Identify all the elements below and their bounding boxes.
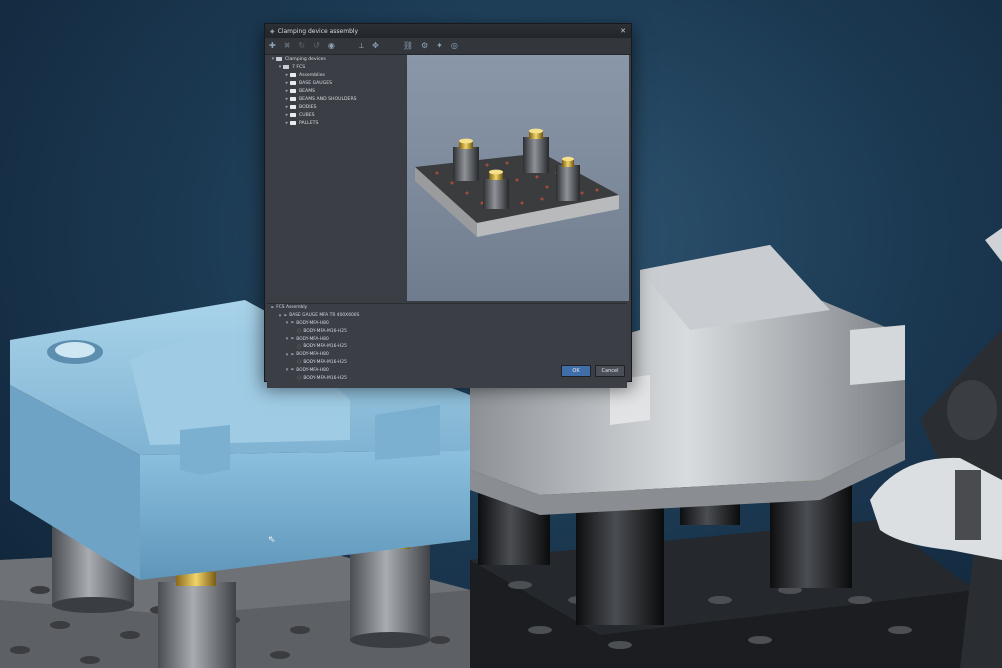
- assembly-root[interactable]: ⚭ FCS Assembly: [267, 304, 627, 312]
- folder-icon: [290, 73, 296, 77]
- mouse-cursor-icon: ⇖: [268, 535, 276, 545]
- folder-icon: [276, 57, 282, 61]
- view-icon[interactable]: ◉: [328, 41, 335, 51]
- delete-icon[interactable]: ✖: [284, 41, 291, 51]
- wand-icon[interactable]: ✦: [436, 41, 443, 51]
- tree-item-label: CUBES: [299, 112, 315, 118]
- assembly-item[interactable]: ▾ ⚭ BASE GAUGE MFA TR 400X600S: [267, 312, 627, 320]
- eye-icon[interactable]: ◎: [451, 41, 458, 51]
- tree-item-label: BASE GAUGES: [299, 80, 333, 86]
- folder-icon: [290, 105, 296, 109]
- tree-item[interactable]: ▸ Assemblies: [267, 71, 405, 79]
- assembly-item[interactable]: ◌ BODY-MFA-M16-H25: [267, 327, 627, 335]
- 3d-preview[interactable]: [407, 55, 629, 301]
- assembly-icon: ⚭: [270, 304, 275, 311]
- assembly-item[interactable]: ◌ BODY-MFA-M16-H25: [267, 343, 627, 351]
- link-icon[interactable]: ⛓: [403, 41, 413, 51]
- part-icon: ◌: [297, 375, 302, 382]
- tree-item-label: BEAMS AND SHOULDERS: [299, 96, 357, 102]
- pin-icon[interactable]: ⟂: [359, 41, 364, 51]
- cancel-button[interactable]: Cancel: [595, 365, 625, 377]
- assembly-icon: ⚭: [290, 320, 295, 327]
- assembly-icon: ⚭: [283, 312, 288, 319]
- tree-item-label: BEAMS: [299, 88, 316, 94]
- folder-icon: [290, 81, 296, 85]
- tree-item[interactable]: ▸ PALLETS: [267, 119, 405, 127]
- dialog-titlebar[interactable]: ◈ Clamping device assembly ✕: [265, 24, 631, 38]
- assembly-item[interactable]: ▾ ⚭ BODY-MFA-H80: [267, 351, 627, 359]
- assembly-item-label: BODY-MFA-M16-H25: [303, 328, 347, 334]
- folder-icon: [290, 89, 296, 93]
- assembly-item-label: BODY-MFA-H80: [296, 336, 329, 342]
- tree-item[interactable]: ▸ CUBES: [267, 111, 405, 119]
- assembly-item-label: BODY-MFA-H80: [296, 367, 329, 373]
- ok-button[interactable]: OK: [561, 365, 591, 377]
- dialog-toolbar: ✚ ✖ ↻ ↺ ◉ ⟂ ✥ ⛓ ⚙ ✦ ◎: [265, 38, 631, 55]
- folder-icon: [283, 65, 289, 69]
- assembly-item-label: BODY-MFA-M16-H25: [303, 359, 347, 365]
- assembly-icon: ⚭: [290, 367, 295, 374]
- tree-item[interactable]: ▸ BODIES: [267, 103, 405, 111]
- rotate-icon[interactable]: ↻: [298, 41, 305, 51]
- part-icon: ◌: [297, 343, 302, 350]
- tree-item-label: PALLETS: [299, 120, 319, 126]
- assembly-item-label: BASE GAUGE MFA TR 400X600S: [289, 313, 360, 319]
- undo-icon[interactable]: ↺: [313, 41, 320, 51]
- part-icon: ◌: [297, 359, 302, 366]
- preview-plate: [415, 153, 619, 237]
- part-icon: ◌: [297, 328, 302, 335]
- assembly-item[interactable]: ▾ ⚭ BODY-MFA-H80: [267, 335, 627, 343]
- gear-icon[interactable]: ⚙: [421, 41, 428, 51]
- tree-item[interactable]: ▸ BASE GAUGES: [267, 79, 405, 87]
- tree-root[interactable]: ▾ Clamping devices: [267, 55, 405, 63]
- tree-item-label: 7 FCS: [292, 64, 306, 70]
- clamping-device-dialog[interactable]: ◈ Clamping device assembly ✕ ✚ ✖ ↻ ↺ ◉ ⟂ ✥ ⛓ ⚙ ✦ ◎…: [264, 23, 632, 388]
- dialog-title: Clamping device assembly: [277, 27, 359, 35]
- tree-item-label: Assemblies: [299, 72, 325, 78]
- folder-icon: [290, 97, 296, 101]
- tree-item[interactable]: ▾ 7 FCS: [267, 63, 405, 71]
- tree-item-label: BODIES: [299, 104, 317, 110]
- assembly-icon: ⚭: [290, 336, 295, 343]
- tree-item[interactable]: ▸ BEAMS AND SHOULDERS: [267, 95, 405, 103]
- assembly-item-label: BODY-MFA-M16-H25: [303, 375, 347, 381]
- assembly-item-label: BODY-MFA-H80: [296, 352, 329, 358]
- folder-icon: [290, 121, 296, 125]
- assembly-item[interactable]: ▾ ⚭ BODY-MFA-H80: [267, 320, 627, 328]
- move-icon[interactable]: ✥: [372, 41, 379, 51]
- add-icon[interactable]: ✚: [269, 41, 276, 51]
- preview-render: [415, 128, 619, 237]
- assembly-item-label: BODY-MFA-H80: [296, 320, 329, 326]
- folder-icon: [290, 113, 296, 117]
- tree-item[interactable]: ▸ BEAMS: [267, 87, 405, 95]
- app-icon: ◈: [270, 27, 275, 35]
- close-icon[interactable]: ✕: [620, 27, 626, 35]
- library-tree[interactable]: ▾ Clamping devices ▾ 7 FCS ▸ Assemblies ▸ BAS…: [267, 55, 405, 299]
- assembly-icon: ⚭: [290, 351, 295, 358]
- assembly-item-label: BODY-MFA-M16-H25: [303, 344, 347, 350]
